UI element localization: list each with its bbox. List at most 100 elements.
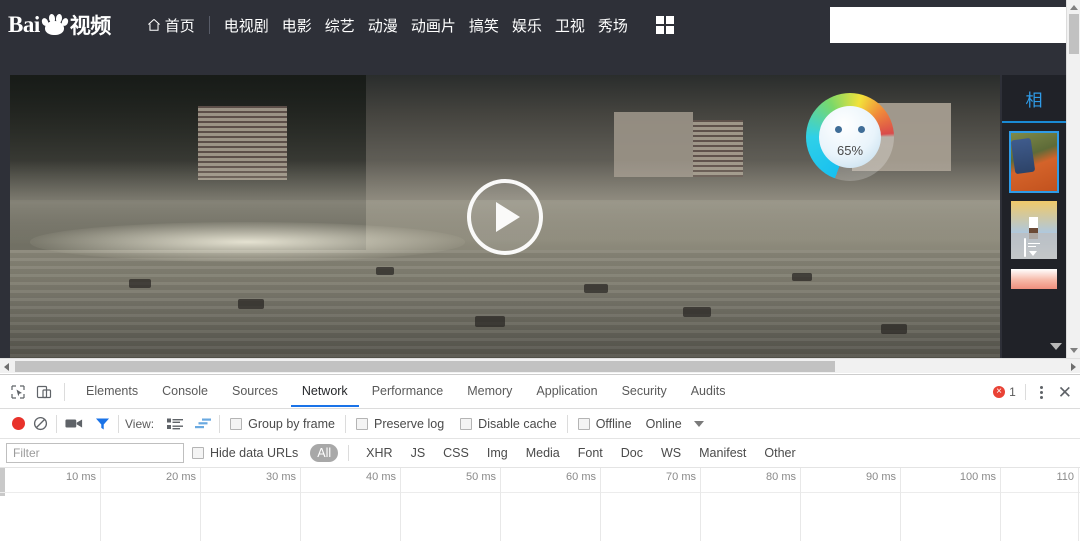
video-debris <box>683 307 712 318</box>
filter-type-manifest[interactable]: Manifest <box>692 444 753 462</box>
site-header: Bai 视频 首页 电视剧 电影 综艺 动漫 动画片 搞笑 娱乐 卫视 秀场 <box>0 0 1080 50</box>
list-view-icon[interactable] <box>167 418 184 430</box>
network-timeline[interactable]: 10 ms 20 ms 30 ms 40 ms 50 ms 60 ms 70 m… <box>0 468 1080 541</box>
related-thumbnail[interactable] <box>1011 269 1057 289</box>
nav-item-funny[interactable]: 搞笑 <box>469 15 499 36</box>
scroll-up-icon[interactable] <box>1070 5 1078 10</box>
video-debris <box>584 284 609 294</box>
page-vertical-scrollbar[interactable] <box>1066 0 1080 358</box>
filter-type-css[interactable]: CSS <box>436 444 476 462</box>
camera-icon[interactable] <box>65 417 83 430</box>
error-badge[interactable]: × 1 <box>993 385 1016 399</box>
toolbar-divider <box>344 414 346 433</box>
related-thumbnail[interactable] <box>1009 131 1059 193</box>
timeline-tick-label: 90 ms <box>866 471 896 483</box>
scroll-left-icon[interactable] <box>4 363 9 371</box>
resource-type-filters: All XHR JS CSS Img Media Font Doc WS Man… <box>310 444 802 462</box>
chevron-down-icon[interactable] <box>693 420 704 427</box>
related-thumbnail[interactable] <box>1011 201 1057 259</box>
inspect-element-icon[interactable] <box>10 384 26 400</box>
scroll-down-icon[interactable] <box>1070 348 1078 353</box>
scrollbar-thumb[interactable] <box>1069 14 1079 54</box>
video-debris <box>376 267 395 276</box>
nav-item-variety[interactable]: 综艺 <box>325 15 355 36</box>
search-input[interactable] <box>830 7 1070 43</box>
kebab-menu-icon[interactable] <box>1035 385 1049 399</box>
search-container <box>830 7 1070 43</box>
timeline-tick-label: 60 ms <box>566 471 596 483</box>
tab-console[interactable]: Console <box>151 376 219 407</box>
scrollbar-thumb[interactable] <box>15 361 835 372</box>
group-by-frame-checkbox[interactable]: Group by frame <box>230 417 335 431</box>
hide-data-urls-checkbox[interactable]: Hide data URLs <box>192 446 298 460</box>
tab-memory[interactable]: Memory <box>456 376 523 407</box>
nav-item-anime[interactable]: 动漫 <box>368 15 398 36</box>
toolbar-divider <box>566 414 568 433</box>
tab-sources[interactable]: Sources <box>221 376 289 407</box>
play-button[interactable] <box>467 178 543 255</box>
loading-eye-right <box>858 126 865 133</box>
view-label: View: <box>125 416 155 431</box>
nav-item-tvseries[interactable]: 电视剧 <box>224 15 269 36</box>
filter-input[interactable] <box>6 443 184 463</box>
baidu-logo[interactable]: Bai 视频 <box>8 10 111 40</box>
preserve-log-label: Preserve log <box>373 416 445 431</box>
disable-cache-checkbox[interactable]: Disable cache <box>460 417 557 431</box>
play-icon <box>496 201 520 232</box>
preserve-log-checkbox[interactable]: Preserve log <box>355 416 445 431</box>
waterfall-view-icon[interactable] <box>195 418 212 430</box>
logo-suffix-text: 视频 <box>69 15 112 38</box>
nav-home[interactable]: 首页 <box>147 15 195 36</box>
filter-type-media[interactable]: Media <box>519 444 567 462</box>
network-filter-bar: Hide data URLs All XHR JS CSS Img Media … <box>0 439 1080 468</box>
timeline-tick-label: 20 ms <box>166 471 196 483</box>
timeline-tick-label: 10 ms <box>66 471 96 483</box>
chevron-down-icon[interactable] <box>1050 343 1062 350</box>
nav-item-satellite[interactable]: 卫视 <box>555 15 585 36</box>
tab-application[interactable]: Application <box>525 376 608 407</box>
tab-security[interactable]: Security <box>611 376 678 407</box>
filter-type-all[interactable]: All <box>310 444 339 462</box>
record-icon[interactable] <box>12 417 25 430</box>
clear-icon[interactable] <box>33 416 48 431</box>
video-debris <box>237 298 264 309</box>
filter-type-js[interactable]: JS <box>404 444 433 462</box>
tab-elements[interactable]: Elements <box>75 376 149 407</box>
nav-item-movie[interactable]: 电影 <box>282 15 312 36</box>
filter-type-img[interactable]: Img <box>480 444 515 462</box>
checkbox-box <box>355 417 368 430</box>
offline-checkbox[interactable]: Offline <box>577 417 632 431</box>
funnel-icon[interactable] <box>95 417 110 431</box>
devtools-tabs: Elements Console Sources Network Perform… <box>75 376 736 407</box>
nav-item-cartoon[interactable]: 动画片 <box>411 15 456 36</box>
device-toolbar-icon[interactable] <box>36 384 52 400</box>
page-horizontal-scrollbar[interactable] <box>0 358 1080 373</box>
throttling-value[interactable]: Online <box>646 417 682 431</box>
filter-type-xhr[interactable]: XHR <box>359 444 399 462</box>
timeline-tick-label: 40 ms <box>366 471 396 483</box>
toolbar-divider <box>64 382 65 401</box>
timeline-tick-label: 100 ms <box>959 471 996 483</box>
rail-scrollbar[interactable] <box>1054 75 1064 358</box>
tab-network[interactable]: Network <box>290 376 359 407</box>
site-nav: 电视剧 电影 综艺 动漫 动画片 搞笑 娱乐 卫视 秀场 <box>224 15 628 36</box>
checkbox-box <box>230 417 243 430</box>
devtools-tabbar-right: × 1 ✕ <box>993 375 1072 409</box>
filter-type-ws[interactable]: WS <box>654 444 688 462</box>
filter-type-font[interactable]: Font <box>571 444 610 462</box>
related-videos-rail: 相 <box>1002 75 1066 358</box>
close-icon[interactable]: ✕ <box>1058 384 1072 401</box>
toolbar-divider <box>219 414 221 433</box>
tab-audits[interactable]: Audits <box>680 376 737 407</box>
nav-item-show[interactable]: 秀场 <box>598 15 628 36</box>
scroll-right-icon[interactable] <box>1071 363 1076 371</box>
baidu-video-page: Bai 视频 首页 电视剧 电影 综艺 动漫 动画片 搞笑 娱乐 卫视 秀场 6… <box>0 0 1080 358</box>
video-debris <box>792 273 813 282</box>
filter-type-other[interactable]: Other <box>757 444 802 462</box>
nav-item-entertain[interactable]: 娱乐 <box>512 15 542 36</box>
filter-type-doc[interactable]: Doc <box>614 444 650 462</box>
error-icon: × <box>993 386 1006 398</box>
grid-icon[interactable] <box>655 16 674 34</box>
tab-performance[interactable]: Performance <box>361 376 455 407</box>
toolbar-divider <box>56 414 57 433</box>
